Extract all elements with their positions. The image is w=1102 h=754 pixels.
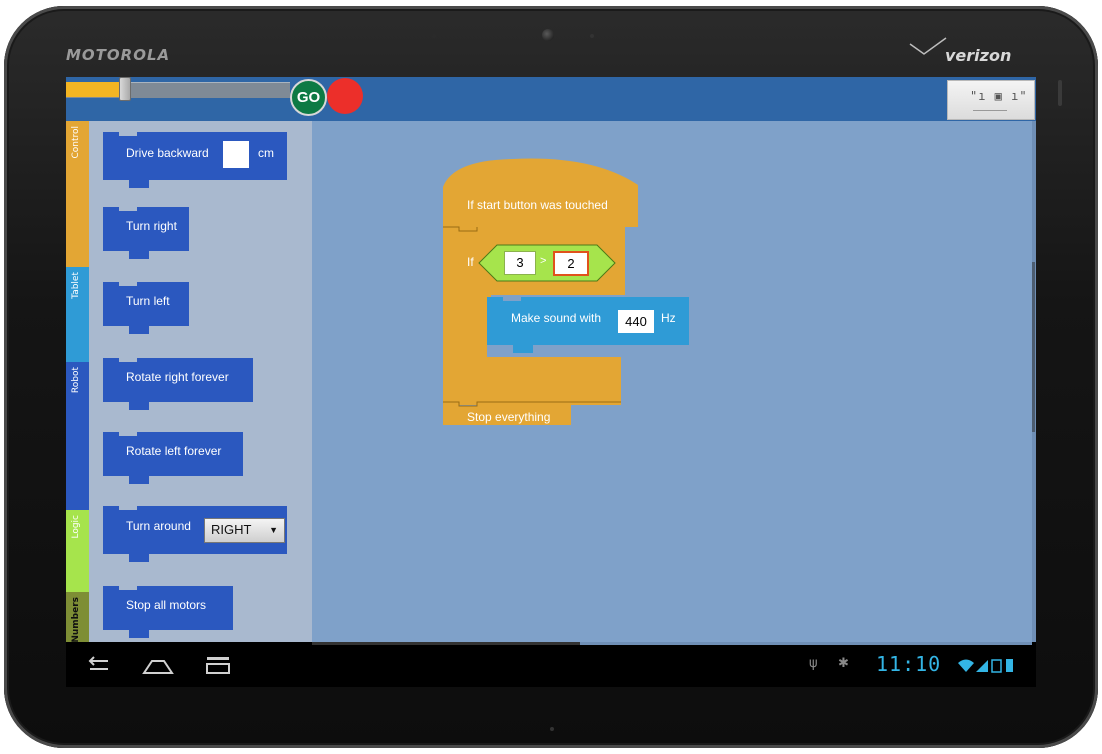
usb-icon: ψ [809,656,818,671]
stop-all-motors-label: Stop all motors [126,598,207,612]
carrier-check-logo [909,37,947,55]
system-navigation-bar: ψ ✱ 11:10 [66,645,1036,687]
palette-block-rotate-left-forever[interactable]: Rotate left forever [103,432,243,490]
carrier-logo: verizon [945,46,1012,65]
tab-logic[interactable]: Logic [66,510,89,592]
tab-numbers-label: Numbers [71,597,81,643]
status-clock: 11:10 [876,652,942,676]
turn-direction-value: RIGHT [211,522,252,537]
stop-everything-label: Stop everything [467,410,551,424]
data-icon [991,659,1002,673]
sound-frequency-input[interactable]: 440 [618,310,654,333]
light-sensor [590,34,594,38]
drive-unit-label: cm [258,146,274,160]
tab-robot-label: Robot [71,367,81,394]
block-shape [103,432,243,484]
go-button[interactable]: GO [290,79,327,116]
signal-icon [976,660,988,672]
turn-left-label: Turn left [126,294,170,308]
make-sound-label: Make sound with [511,311,602,325]
speed-slider-fill [66,82,124,97]
turn-right-label: Turn right [126,219,177,233]
palette-block-turn-left[interactable]: Turn left [103,282,189,340]
tab-control-label: Control [71,126,81,159]
screen: GO "ı ▣ ı" Control Tablet Robot Logic Nu… [66,77,1036,687]
block-shape [103,586,233,638]
rotate-right-forever-label: Rotate right forever [126,370,229,384]
stop-button[interactable] [327,78,363,114]
category-tabs: Control Tablet Robot Logic Numbers [66,121,89,643]
home-icon[interactable] [142,655,174,675]
compare-right-input[interactable]: 2 [553,251,589,276]
canvas-vertical-scroll-thumb[interactable] [1032,262,1035,432]
program-block-make-sound[interactable]: Make sound with 440 Hz [487,297,689,359]
tab-numbers[interactable]: Numbers [66,592,89,643]
block-shape [487,297,689,353]
turn-around-label: Turn around [126,519,191,533]
proximity-sensor [432,34,436,38]
sound-unit-label: Hz [661,311,676,325]
compare-left-input[interactable]: 3 [504,251,536,275]
front-camera [542,29,554,41]
block-shape [103,132,287,188]
tab-tablet-label: Tablet [71,272,81,299]
rotate-left-forever-label: Rotate left forever [126,444,222,458]
palette-block-turn-right[interactable]: Turn right [103,207,189,265]
palette-block-rotate-right-forever[interactable]: Rotate right forever [103,358,253,416]
menu-underline [973,110,1007,111]
program-canvas[interactable]: If start button was touched If 3 > 2 Sto… [312,121,1032,642]
tab-logic-label: Logic [71,515,81,539]
tab-robot[interactable]: Robot [66,362,89,510]
program-script[interactable]: If start button was touched If 3 > 2 Sto… [443,157,693,425]
dropdown-arrow-icon: ▼ [269,525,278,535]
tab-tablet[interactable]: Tablet [66,267,89,362]
drive-distance-input[interactable] [223,141,249,168]
block-shape [103,358,253,410]
android-debug-icon: ✱ [838,656,849,671]
brand-logo: MOTOROLA [66,46,171,64]
overflow-grid-icon: "ı ▣ ı" [970,89,1028,103]
speed-slider-thumb[interactable] [119,77,131,101]
microphone [550,727,554,731]
palette-block-drive-backward[interactable]: Drive backward cm [103,132,287,194]
turn-direction-dropdown[interactable]: RIGHT ▼ [204,518,285,543]
recent-apps-icon[interactable] [204,655,232,675]
block-shape [103,282,189,334]
action-bar: GO "ı ▣ ı" [66,77,1036,121]
status-icons-group [958,659,1013,673]
if-label: If [467,255,474,269]
palette-block-turn-around[interactable]: Turn around RIGHT ▼ [103,506,287,568]
menu-button[interactable]: "ı ▣ ı" [947,80,1035,120]
power-button[interactable] [1058,80,1062,106]
palette-block-stop-all-motors[interactable]: Stop all motors [103,586,233,642]
tab-control[interactable]: Control [66,121,89,267]
wifi-icon [958,659,974,672]
start-event-label: If start button was touched [467,198,608,212]
back-icon[interactable] [84,655,114,675]
block-shape [103,207,189,259]
drive-backward-label: Drive backward [126,146,209,160]
compare-operator[interactable]: > [540,255,546,267]
canvas-vertical-scrollbar[interactable] [1032,121,1036,642]
battery-icon [1006,659,1013,672]
block-palette: Drive backward cm Turn right Turn left R… [89,121,312,642]
